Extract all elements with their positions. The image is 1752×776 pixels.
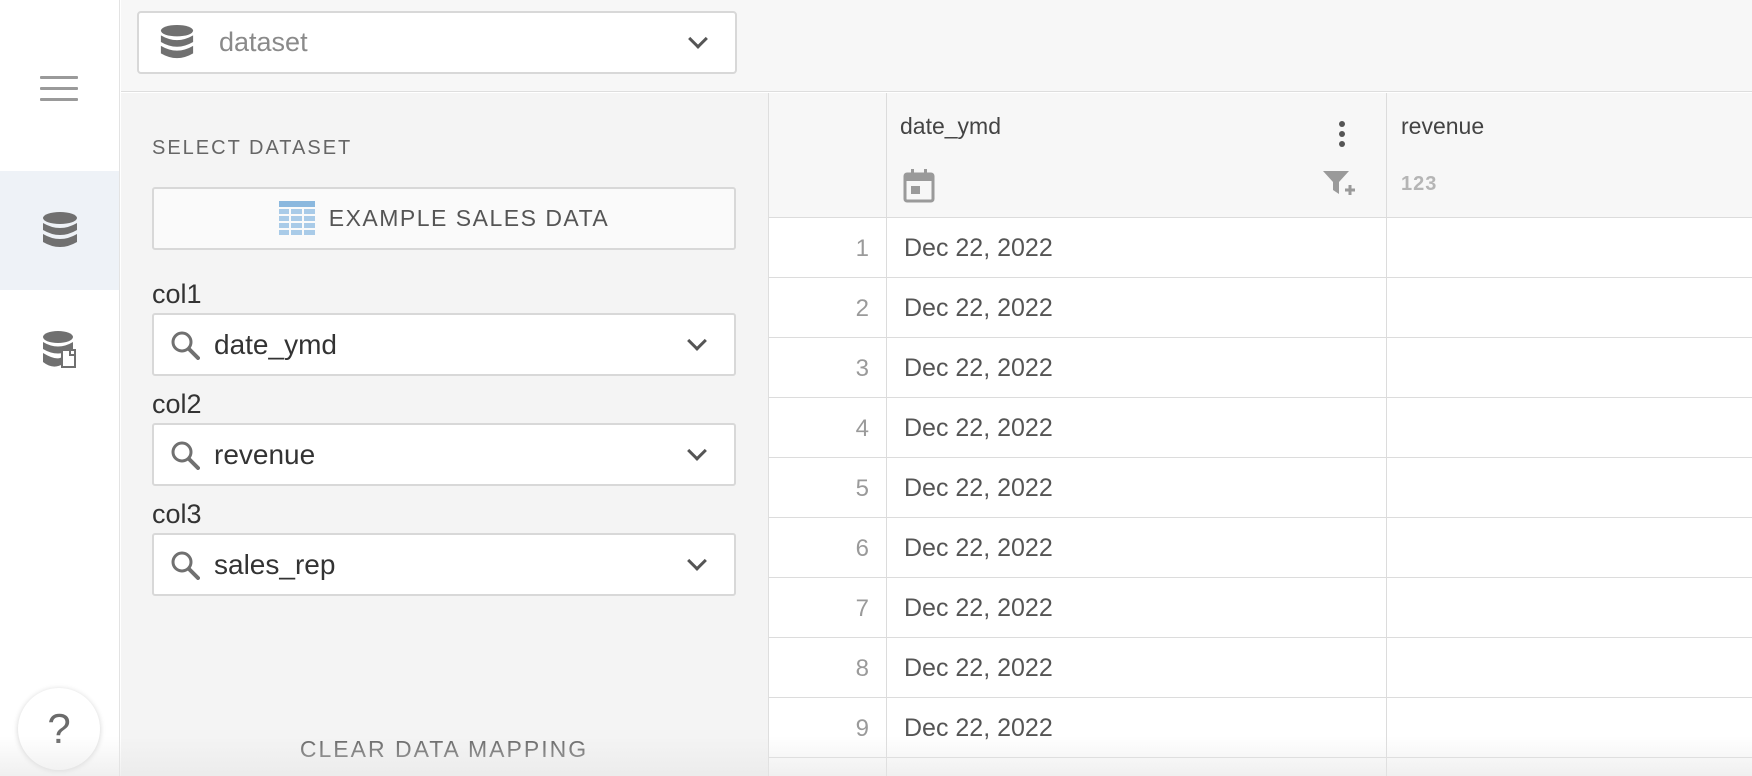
hamburger-menu-icon[interactable] [40, 76, 78, 104]
clear-data-mapping-button[interactable]: CLEAR DATA MAPPING [152, 736, 736, 763]
column-header-date-ymd[interactable]: date_ymd [900, 113, 1001, 140]
grid-header: date_ymd revenue 123 [769, 93, 1752, 218]
data-grid: date_ymd revenue 123 1 Dec 22, 2022 2 De… [769, 93, 1752, 776]
date-cell[interactable]: Dec 22, 2022 [904, 354, 1053, 383]
col3-label: col3 [152, 499, 202, 529]
date-cell[interactable]: Dec 22, 2022 [904, 294, 1053, 323]
example-sales-data-label: EXAMPLE SALES DATA [328, 205, 610, 231]
date-cell[interactable]: Dec 22, 2022 [904, 594, 1053, 623]
table-row[interactable]: 8 Dec 22, 2022 [769, 638, 1752, 698]
date-cell[interactable]: Dec 22, 2022 [904, 234, 1053, 263]
date-cell[interactable]: Dec 22, 2022 [904, 654, 1053, 683]
row-number: 6 [855, 535, 869, 562]
date-cell[interactable]: Dec 22, 2022 [904, 474, 1053, 503]
chevron-down-icon [687, 440, 707, 461]
search-icon [171, 551, 200, 580]
date-cell[interactable]: Dec 22, 2022 [904, 414, 1053, 443]
table-row[interactable]: 7 Dec 22, 2022 [769, 578, 1752, 638]
table-row[interactable]: 4 Dec 22, 2022 [769, 398, 1752, 458]
table-row[interactable]: 5 Dec 22, 2022 [769, 458, 1752, 518]
left-rail: ? [0, 0, 120, 776]
col1-value: date_ymd [214, 328, 337, 360]
search-icon [171, 331, 200, 360]
dataset-dropdown-label: dataset [219, 27, 308, 57]
col1-dropdown[interactable]: date_ymd [152, 313, 736, 376]
row-number: 4 [855, 415, 869, 442]
table-icon [278, 200, 315, 235]
add-filter-icon[interactable] [1323, 169, 1357, 199]
search-icon [171, 441, 200, 470]
database-file-icon [42, 330, 76, 368]
col2-label: col2 [152, 389, 202, 419]
date-cell[interactable]: Dec 22, 2022 [904, 534, 1053, 563]
row-number: 8 [855, 655, 869, 682]
chevron-down-icon [688, 28, 708, 49]
col3-value: sales_rep [214, 548, 336, 580]
date-cell[interactable]: Dec 22, 2022 [904, 714, 1053, 743]
column-header-revenue[interactable]: revenue [1401, 113, 1484, 140]
help-button[interactable]: ? [18, 688, 100, 770]
table-row[interactable]: 1 Dec 22, 2022 [769, 218, 1752, 278]
section-title: SELECT DATASET [152, 137, 353, 159]
chevron-down-icon [687, 550, 707, 571]
row-number: 7 [855, 595, 869, 622]
row-number: 2 [855, 295, 869, 322]
data-mapping-panel: SELECT DATASET EXAMPLE SALES DATA col1 d… [121, 93, 769, 776]
col2-dropdown[interactable]: revenue [152, 423, 736, 486]
example-sales-data-button[interactable]: EXAMPLE SALES DATA [152, 187, 736, 250]
col2-value: revenue [214, 438, 316, 470]
calendar-icon [903, 169, 935, 203]
dataset-dropdown[interactable]: dataset [137, 11, 737, 74]
row-number: 1 [855, 235, 869, 262]
row-number: 3 [855, 355, 869, 382]
rail-item-dataset-file[interactable] [0, 290, 119, 409]
table-row[interactable]: 9 Dec 22, 2022 [769, 698, 1752, 758]
table-row[interactable]: 6 Dec 22, 2022 [769, 518, 1752, 578]
col3-dropdown[interactable]: sales_rep [152, 533, 736, 596]
row-number: 9 [855, 715, 869, 742]
database-icon [160, 24, 194, 58]
top-bar: dataset [121, 0, 1752, 92]
chevron-down-icon [687, 330, 707, 351]
column-menu-icon[interactable] [1338, 121, 1346, 149]
row-number: 5 [855, 475, 869, 502]
table-row[interactable]: 3 Dec 22, 2022 [769, 338, 1752, 398]
rail-item-dataset[interactable] [0, 171, 119, 290]
number-type-icon: 123 [1401, 173, 1438, 195]
database-icon [42, 211, 77, 247]
table-row[interactable]: 2 Dec 22, 2022 [769, 278, 1752, 338]
col1-label: col1 [152, 279, 202, 309]
